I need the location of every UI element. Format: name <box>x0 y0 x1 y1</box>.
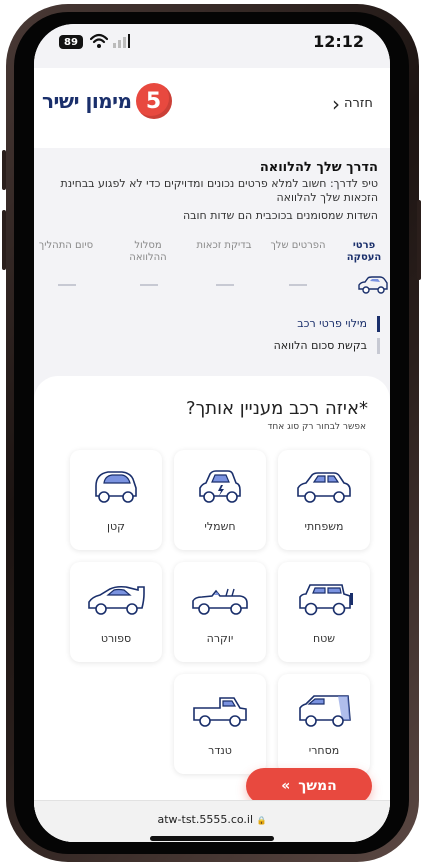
step-indicator <box>216 284 234 286</box>
logo[interactable]: 5 מימון ישיר <box>42 83 172 119</box>
small-car-icon <box>95 471 137 503</box>
vehicle-option-luxury[interactable]: יוקרה <box>174 562 266 662</box>
vehicle-option-commercial[interactable]: מסחרי <box>278 674 370 774</box>
step-eligibility-check: בדיקת זכאות <box>196 240 252 251</box>
url: atw-tst.5555.co.il <box>157 813 254 826</box>
vehicle-option-electric[interactable]: חשמלי <box>174 450 266 550</box>
vehicle-option-label: משפחתי <box>304 520 344 533</box>
phone-side-button <box>417 200 421 280</box>
van-icon <box>299 695 351 727</box>
vehicle-option-offroad[interactable]: שטח <box>278 562 370 662</box>
logo-text: מימון ישיר <box>42 89 132 113</box>
step-your-details: הפרטים שלך <box>270 240 326 251</box>
back-button[interactable]: חזרה ‹ <box>332 91 373 116</box>
continue-button[interactable]: המשך » <box>246 768 372 804</box>
status-bar: 89 12:12 <box>34 24 390 68</box>
step-deal-details: פרטי העסקה <box>346 240 382 263</box>
vehicle-option-small[interactable]: קטן <box>70 450 162 550</box>
vehicle-option-sport[interactable]: ספורט <box>70 562 162 662</box>
logo-badge: 5 <box>135 83 172 119</box>
url-text: atw-tst.5555.co.il 🔒 <box>34 813 390 826</box>
step-finish: סיום התהליך <box>38 240 94 251</box>
pickup-icon <box>193 697 247 727</box>
battery-icon: 89 <box>59 35 83 49</box>
vehicle-option-pickup[interactable]: טנדר <box>174 674 266 774</box>
vehicle-option-label: יוקרה <box>206 632 234 645</box>
convertible-icon <box>192 588 248 615</box>
continue-label: המשך <box>298 778 337 794</box>
sub-steps: מילוי פרטי רכב בקשת סכום הלוואה <box>34 316 390 360</box>
progress-car-icon <box>358 276 388 294</box>
vehicle-option-label: שטח <box>312 632 336 645</box>
guide-tip: טיפ לדרך: חשוב למלא פרטים נכונים ומדויקי… <box>60 177 378 204</box>
sports-car-icon <box>88 585 145 615</box>
phone-side-button <box>2 210 6 270</box>
question-subtitle: אפשר לבחור רק סוג אחד <box>267 422 366 432</box>
step-loan-route: מסלול ההלוואה <box>129 240 167 263</box>
guide-section: הדרך שלך להלוואה טיפ לדרך: חשוב למלא פרט… <box>34 148 390 222</box>
sub-step-vehicle-details: מילוי פרטי רכב <box>34 316 380 332</box>
question-title: *איזה רכב מעניין אותך? <box>186 398 368 419</box>
required-fields-note: השדות שמסומנים בכוכבית הם שדות חובה <box>182 209 378 222</box>
cellular-signal-icon <box>113 34 130 48</box>
double-chevron-icon: » <box>281 778 291 794</box>
family-car-icon <box>297 472 351 503</box>
wifi-icon <box>90 33 108 48</box>
browser-url-bar[interactable]: atw-tst.5555.co.il 🔒 <box>34 800 390 842</box>
vehicle-option-label: מסחרי <box>308 744 340 757</box>
electric-car-icon <box>199 470 241 503</box>
vehicle-option-family[interactable]: משפחתי <box>278 450 370 550</box>
vehicle-option-label: חשמלי <box>204 520 236 533</box>
app-header: 5 מימון ישיר חזרה ‹ <box>34 68 390 148</box>
screen: 89 12:12 5 מימון ישיר חזרה ‹ הדרך שלך לה… <box>34 24 390 842</box>
step-indicator <box>58 284 76 286</box>
vehicle-option-label: קטן <box>107 520 125 533</box>
lock-icon: 🔒 <box>256 816 267 825</box>
suv-icon <box>299 584 353 616</box>
phone-side-button <box>2 150 6 190</box>
clock: 12:12 <box>313 32 364 51</box>
sub-step-loan-amount: בקשת סכום הלוואה <box>34 338 380 354</box>
vehicle-option-label: ספורט <box>100 632 132 645</box>
vehicle-option-label: טנדר <box>208 744 232 757</box>
chevron-left-icon: ‹ <box>332 91 340 116</box>
progress-stepper: פרטי העסקה הפרטים שלך בדיקת זכאות מסלול … <box>34 240 390 308</box>
guide-title: הדרך שלך להלוואה <box>259 160 378 175</box>
step-indicator <box>140 284 158 286</box>
back-label: חזרה <box>344 96 373 111</box>
home-indicator <box>150 836 274 841</box>
step-indicator <box>289 284 307 286</box>
